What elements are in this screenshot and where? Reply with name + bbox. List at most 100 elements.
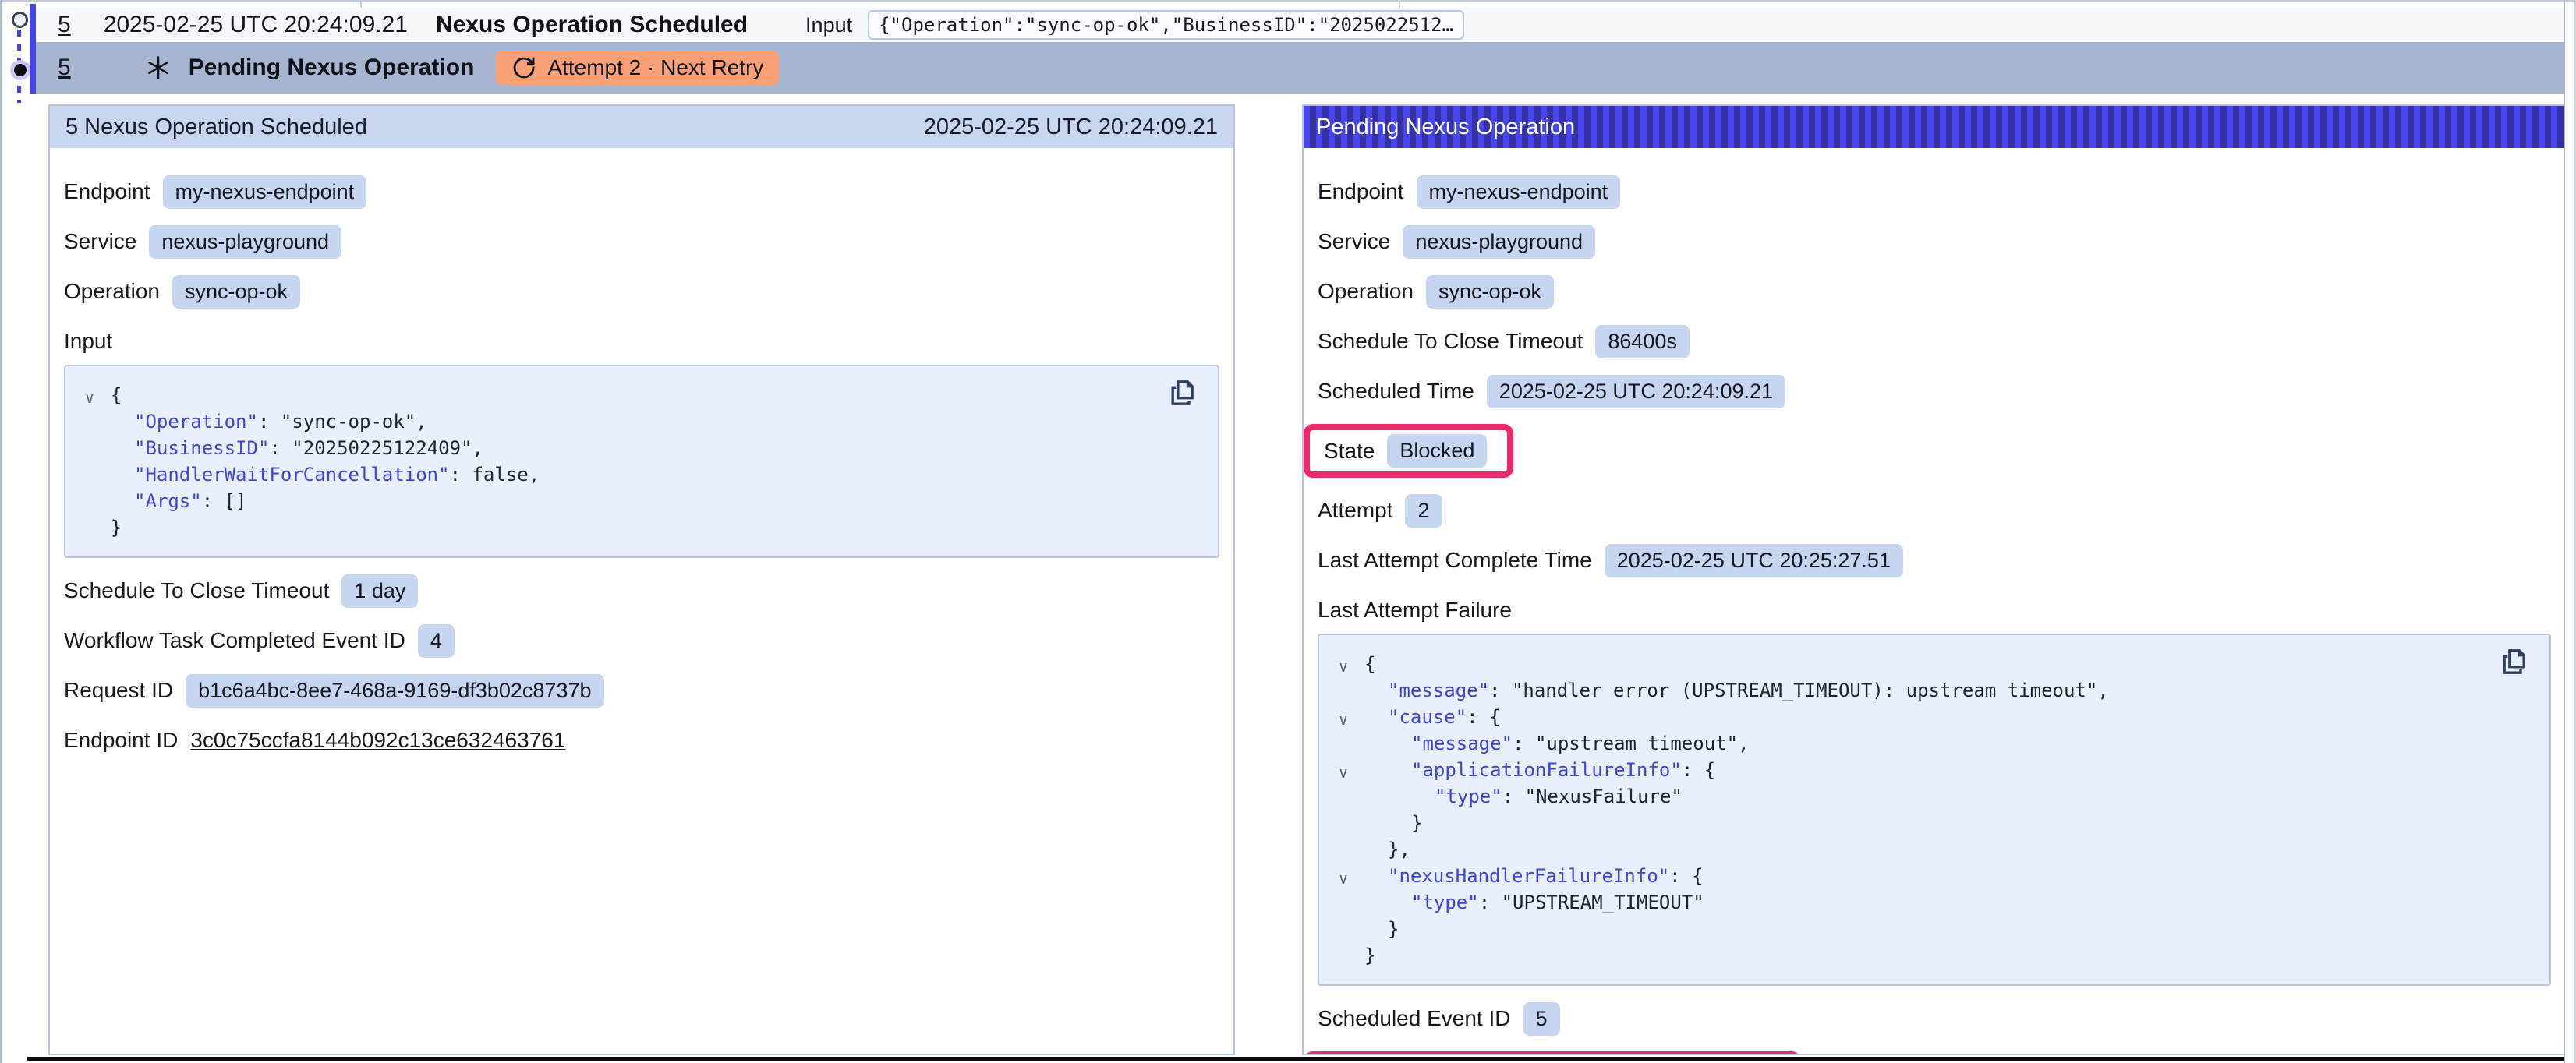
field-value-link[interactable]: 3c0c75ccfa8144b092c13ce632463761 — [190, 728, 565, 753]
json-line: }, — [1338, 836, 2531, 863]
field-row-last-attempt-complete-time: Last Attempt Complete Time 2025-02-25 UTC… — [1318, 543, 2551, 577]
field-row-endpoint-id: Endpoint ID 3c0c75ccfa8144b092c13ce632463… — [64, 723, 1219, 758]
field-label: Schedule To Close Timeout — [64, 578, 329, 603]
json-line: "message": "upstream timeout", — [1338, 730, 2531, 757]
annotation-highlight-box: StateBlocked — [1304, 424, 1513, 478]
attempt-retry-badge: Attempt 2 · Next Retry — [496, 51, 779, 85]
json-line-gutter — [84, 465, 111, 492]
field-label: Last Attempt Complete Time — [1318, 548, 1592, 573]
json-line-content: } — [1364, 942, 1375, 969]
field-value-chip: 2025-02-25 UTC 20:25:27.51 — [1605, 544, 1903, 577]
json-line: "Operation": "sync-op-ok", — [84, 408, 1199, 435]
panel-timestamp: 2025-02-25 UTC 20:24:09.21 — [924, 115, 1218, 140]
json-line-content: { — [1364, 651, 1375, 677]
json-line-content: "BusinessID": "20250225122409", — [111, 435, 483, 461]
filled-circle-core — [14, 64, 27, 76]
json-line-gutter — [84, 492, 111, 518]
field-label: Endpoint ID — [64, 728, 178, 753]
json-line-gutter — [1338, 840, 1364, 867]
field-value-chip: sync-op-ok — [172, 275, 300, 309]
copy-button[interactable] — [1165, 377, 1198, 410]
json-line-content: } — [1364, 810, 1422, 836]
json-line-content: "applicationFailureInfo": { — [1364, 757, 1715, 783]
field-row-schedule-to-close-timeout: Schedule To Close Timeout86400s — [1318, 324, 2551, 358]
event-id-link[interactable]: 5 — [58, 12, 71, 38]
json-line: "Args": [] — [84, 488, 1199, 514]
json-line: "HandlerWaitForCancellation": false, — [84, 461, 1199, 488]
copy-button[interactable] — [2496, 646, 2529, 679]
json-line-gutter — [1338, 946, 1364, 973]
field-label: Service — [1318, 229, 1390, 254]
event-history-page: 5 2025-02-25 UTC 20:24:09.21 Nexus Opera… — [0, 0, 2576, 1063]
json-line-gutter — [1338, 681, 1364, 708]
json-line-content: "message": "upstream timeout", — [1364, 730, 1750, 757]
panel-header: Pending Nexus Operation — [1304, 106, 2565, 148]
event-timestamp: 2025-02-25 UTC 20:24:09.21 — [104, 12, 408, 38]
json-line-content: } — [1364, 916, 1399, 942]
collapse-chevron-icon[interactable]: ∨ — [1338, 761, 1364, 787]
field-value-chip: 5 — [1523, 1002, 1560, 1036]
panel-body: Endpointmy-nexus-endpoint Service nexus-pl… — [50, 148, 1233, 787]
copy-icon — [1166, 377, 1197, 408]
header-column-divider — [1399, 2, 1400, 8]
field-value-chip: my-nexus-endpoint — [1417, 175, 1621, 209]
field-label: Endpoint — [1318, 179, 1404, 204]
input-preview-chip: {"Operation":"sync-op-ok","BusinessID":"… — [868, 10, 1464, 40]
field-row-operation: Operationsync-op-ok — [1318, 274, 2551, 309]
json-line: "type": "NexusFailure" — [1338, 783, 2531, 810]
field-row-attempt: Attempt 2 — [1318, 493, 2551, 528]
json-line: ∨{ — [84, 382, 1199, 408]
json-line: ∨"nexusHandlerFailureInfo": { — [1338, 863, 2531, 889]
copy-icon — [2497, 646, 2528, 677]
field-value-chip: nexus-playground — [149, 225, 341, 259]
field-label: Endpoint — [64, 179, 150, 204]
panel-title: 5 Nexus Operation Scheduled — [65, 115, 367, 140]
json-line-gutter — [1338, 893, 1364, 920]
field-row-schedule-to-close-timeout: Schedule To Close Timeout 1 day — [64, 574, 1219, 608]
field-label: State — [1324, 439, 1375, 464]
field-row-request-id: Request IDb1c6a4bc-8ee7-468a-9169-df3b02… — [64, 673, 1219, 708]
event-row-nexus-operation-scheduled[interactable]: 5 2025-02-25 UTC 20:24:09.21 Nexus Opera… — [36, 8, 2565, 42]
panel-body: Endpoint my-nexus-endpoint Servicenexus-pl… — [1304, 148, 2565, 1055]
field-row-endpoint: Endpointmy-nexus-endpoint — [64, 175, 1219, 209]
field-value-chip: 4 — [418, 624, 455, 658]
json-line-content: "nexusHandlerFailureInfo": { — [1364, 863, 1704, 889]
event-id-link[interactable]: 5 — [58, 55, 71, 81]
json-line-content: "type": "NexusFailure" — [1364, 783, 1683, 810]
field-label: Schedule To Close Timeout — [1318, 329, 1583, 354]
event-row-pending-nexus-operation[interactable]: 5 Pending Nexus Operation Attempt 2 · Ne… — [36, 42, 2565, 94]
field-label: Attempt — [1318, 498, 1392, 523]
selected-event-indicator-bar — [30, 4, 36, 94]
json-line-gutter — [1338, 734, 1364, 761]
collapse-chevron-icon[interactable]: ∨ — [1338, 655, 1364, 681]
panel-header: 5 Nexus Operation Scheduled 2025-02-25 U… — [50, 106, 1233, 148]
field-value-chip: 1 day — [341, 574, 418, 608]
json-line: ∨"cause": { — [1338, 704, 2531, 730]
field-row-operation: Operationsync-op-ok — [64, 274, 1219, 309]
panel-pending-nexus-operation: Pending Nexus Operation Endpoint my-nexus… — [1302, 104, 2567, 1055]
json-line-gutter — [1338, 787, 1364, 814]
field-row-workflow-task-completed-event-id: Workflow Task Completed Event ID4 — [64, 623, 1219, 658]
field-row-state: StateBlocked — [1318, 424, 2551, 478]
header-column-divider — [360, 2, 362, 8]
attempt-badge-label: Attempt 2 · Next Retry — [547, 55, 763, 80]
json-line-content: } — [111, 514, 122, 541]
json-line-content: { — [111, 382, 122, 408]
collapse-chevron-icon[interactable]: ∨ — [84, 386, 111, 412]
field-row-endpoint: Endpoint my-nexus-endpoint — [1318, 175, 2551, 209]
json-line: } — [1338, 810, 2531, 836]
json-line-content: "type": "UPSTREAM_TIMEOUT" — [1364, 889, 1704, 916]
field-value-chip: 2 — [1405, 494, 1442, 528]
collapse-chevron-icon[interactable]: ∨ — [1338, 708, 1364, 734]
json-line: "type": "UPSTREAM_TIMEOUT" — [1338, 889, 2531, 916]
failure-json-viewer: ∨{"message": "handler error (UPSTREAM_TI… — [1318, 634, 2551, 986]
field-label: Service — [64, 229, 136, 254]
field-row-scheduled-time: Scheduled Time2025-02-25 UTC 20:24:09.21 — [1318, 374, 2551, 408]
json-line-content: "Args": [] — [111, 488, 247, 514]
json-line-content: "cause": { — [1364, 704, 1501, 730]
scrollbar-gutter — [2564, 2, 2576, 1063]
input-section-label: Input — [64, 329, 1219, 354]
json-line-content: "Operation": "sync-op-ok", — [111, 408, 427, 435]
field-row-service: Servicenexus-playground — [1318, 224, 2551, 259]
collapse-chevron-icon[interactable]: ∨ — [1338, 867, 1364, 893]
